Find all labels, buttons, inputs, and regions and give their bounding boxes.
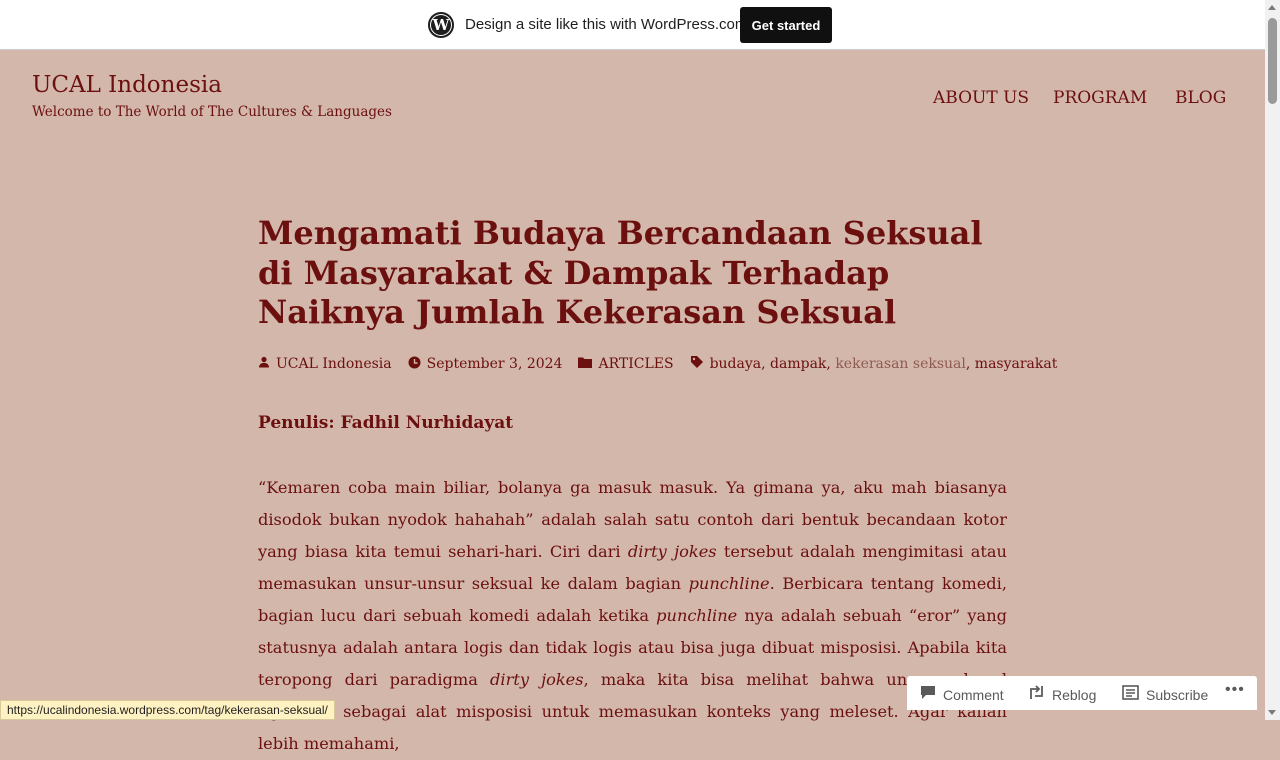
tag-separator: , [761,356,766,372]
paragraph-emphasis: punchline [656,606,738,625]
tag-link-masyarakat[interactable]: masyarakat [975,356,1058,372]
tag-icon [690,355,704,373]
nav-item-program[interactable]: PROGRAM [1053,88,1147,108]
scroll-down-arrow-icon[interactable] [1268,710,1276,715]
tag-separator: , [826,356,831,372]
more-actions-button[interactable]: ••• [1225,681,1245,699]
subscribe-label: Subscribe [1146,686,1209,703]
wordpress-logo-icon[interactable]: W [428,12,454,38]
author-icon [258,356,270,372]
paragraph-emphasis: punchline [688,574,770,593]
post-category-link[interactable]: ARTICLES [598,356,673,372]
scroll-thumb[interactable] [1268,18,1277,104]
reblog-label: Reblog [1052,686,1097,703]
reblog-icon [1028,685,1045,704]
wordpress-banner: W Design a site like this with WordPress… [0,0,1265,50]
site-tagline: Welcome to The World of The Cultures & L… [32,104,392,120]
post-action-bar: Comment Reblog Subscribe ••• [907,676,1257,710]
tag-link-kekerasan-seksual[interactable]: kekerasan seksual [835,356,966,372]
get-started-button[interactable]: Get started [740,7,832,43]
site-title-link[interactable]: UCAL Indonesia [32,72,222,98]
wordpress-banner-text[interactable]: Design a site like this with WordPress.c… [465,16,747,33]
nav-item-about-us[interactable]: ABOUT US [933,88,1029,108]
more-dots-icon: ••• [1225,681,1245,698]
folder-icon [578,356,593,372]
comment-button[interactable]: Comment [920,685,1004,704]
page-scrollbar[interactable] [1265,0,1280,720]
post-paragraph: “Kemaren coba main biliar, bolanya ga ma… [258,472,1007,760]
subscribe-icon [1122,685,1139,704]
tag-link-dampak[interactable]: dampak [770,356,826,372]
post-meta: UCAL Indonesia September 3, 2024 ARTICLE… [258,353,1057,375]
post-author-link[interactable]: UCAL Indonesia [276,356,392,372]
subscribe-button[interactable]: Subscribe [1122,685,1208,704]
clock-icon [408,356,421,373]
paragraph-emphasis: dirty jokes [627,542,717,561]
post-date-link[interactable]: September 3, 2024 [427,356,563,372]
reblog-button[interactable]: Reblog [1028,685,1096,704]
tag-separator: , [965,356,971,372]
status-bar-url: https://ucalindonesia.wordpress.com/tag/… [0,700,335,720]
comment-label: Comment [943,686,1004,703]
comment-icon [920,685,936,704]
post-title: Mengamati Budaya Bercandaan Seksual di M… [258,214,983,331]
tag-link-budaya[interactable]: budaya [710,356,762,372]
nav-item-blog[interactable]: BLOG [1175,88,1226,108]
post-writer-line: Penulis: Fadhil Nurhidayat [258,413,514,433]
scroll-up-arrow-icon[interactable] [1268,5,1276,10]
paragraph-emphasis: dirty jokes [490,670,584,689]
